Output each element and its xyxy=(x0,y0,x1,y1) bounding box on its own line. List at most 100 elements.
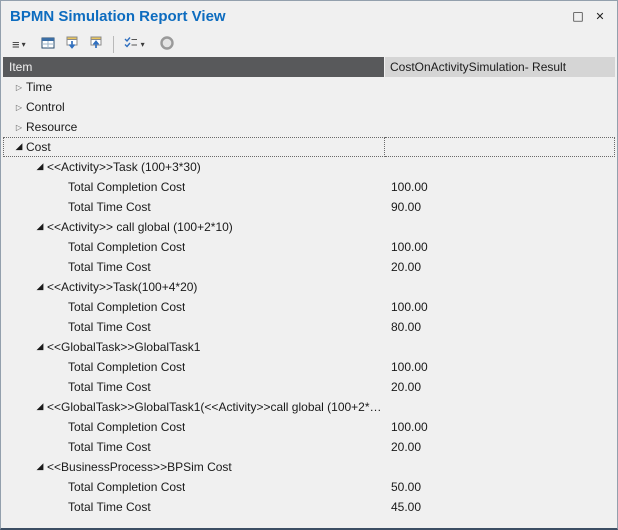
table-row[interactable]: ◢ <<BusinessProcess>>BPSim Cost xyxy=(3,457,615,477)
stop-circle-icon xyxy=(159,35,175,54)
item-cell[interactable]: Total Completion Cost xyxy=(3,297,385,317)
row-label: Time xyxy=(26,80,52,94)
table-row[interactable]: Total Completion Cost 100.00 xyxy=(3,177,615,197)
item-cell[interactable]: ▷ Time xyxy=(3,77,385,97)
expand-all-icon xyxy=(64,35,80,54)
row-label: Cost xyxy=(26,140,51,154)
menu-button[interactable]: ≡ ▾ xyxy=(8,33,30,55)
item-cell[interactable]: ◢ <<GlobalTask>>GlobalTask1(<<Activity>>… xyxy=(3,397,385,417)
collapse-all-button[interactable] xyxy=(84,33,108,55)
table-row[interactable]: Total Time Cost 45.00 xyxy=(3,497,615,517)
column-header-result[interactable]: CostOnActivitySimulation- Result xyxy=(385,57,615,77)
result-cell: 100.00 xyxy=(385,417,615,437)
stop-button[interactable] xyxy=(155,33,179,55)
result-cell: 100.00 xyxy=(385,237,615,257)
table-row[interactable]: ▷ Time xyxy=(3,77,615,97)
item-cell[interactable]: Total Completion Cost xyxy=(3,237,385,257)
collapse-all-icon xyxy=(88,35,104,54)
item-cell[interactable]: Total Completion Cost xyxy=(3,477,385,497)
row-value: 100.00 xyxy=(391,420,428,434)
filter-checklist-icon xyxy=(123,35,139,53)
toolbar-separator xyxy=(113,36,114,53)
result-cell xyxy=(385,137,615,157)
row-label: Total Time Cost xyxy=(68,200,151,214)
result-cell xyxy=(385,77,615,97)
row-label: <<GlobalTask>>GlobalTask1 xyxy=(47,340,200,354)
row-label: Resource xyxy=(26,120,77,134)
item-cell[interactable]: Total Time Cost xyxy=(3,497,385,517)
table-row[interactable]: Total Time Cost 80.00 xyxy=(3,317,615,337)
item-cell[interactable]: ◢ <<Activity>> call global (100+2*10) xyxy=(3,217,385,237)
table-row[interactable]: Total Completion Cost 100.00 xyxy=(3,417,615,437)
expand-all-button[interactable] xyxy=(60,33,84,55)
row-value: 50.00 xyxy=(391,480,421,494)
expand-toggle-icon[interactable]: ◢ xyxy=(33,162,47,172)
result-cell: 100.00 xyxy=(385,297,615,317)
item-cell[interactable]: Total Completion Cost xyxy=(3,417,385,437)
item-cell[interactable]: ◢ Cost xyxy=(3,137,385,157)
item-cell[interactable]: ◢ <<BusinessProcess>>BPSim Cost xyxy=(3,457,385,477)
row-value: 100.00 xyxy=(391,240,428,254)
row-value: 20.00 xyxy=(391,380,421,394)
report-table-icon xyxy=(40,35,56,54)
expand-toggle-icon[interactable]: ◢ xyxy=(33,222,47,232)
table-row[interactable]: ◢ <<Activity>>Task(100+4*20) xyxy=(3,277,615,297)
item-cell[interactable]: Total Time Cost xyxy=(3,377,385,397)
chevron-down-icon: ▾ xyxy=(22,40,26,49)
table-row[interactable]: Total Time Cost 20.00 xyxy=(3,257,615,277)
table-row[interactable]: ◢ Cost xyxy=(3,137,615,157)
table-row[interactable]: Total Completion Cost 50.00 xyxy=(3,477,615,497)
close-button[interactable]: ✕ xyxy=(589,7,611,25)
report-button[interactable] xyxy=(36,33,60,55)
expand-toggle-icon[interactable]: ◢ xyxy=(33,282,47,292)
table-row[interactable]: Total Completion Cost 100.00 xyxy=(3,297,615,317)
table-row[interactable]: Total Completion Cost 100.00 xyxy=(3,357,615,377)
result-cell: 80.00 xyxy=(385,317,615,337)
title-bar: BPMN Simulation Report View □ ✕ xyxy=(1,1,617,31)
item-cell[interactable]: ◢ <<Activity>>Task (100+3*30) xyxy=(3,157,385,177)
item-cell[interactable]: ◢ <<GlobalTask>>GlobalTask1 xyxy=(3,337,385,357)
table-row[interactable]: ▷ Resource xyxy=(3,117,615,137)
expand-toggle-icon[interactable]: ▷ xyxy=(12,83,26,92)
expand-toggle-icon[interactable]: ◢ xyxy=(33,462,47,472)
row-label: Total Completion Cost xyxy=(68,420,185,434)
expand-toggle-icon[interactable]: ◢ xyxy=(33,342,47,352)
report-grid: Item CostOnActivitySimulation- Result ▷ … xyxy=(1,57,617,528)
item-cell[interactable]: ◢ <<Activity>>Task(100+4*20) xyxy=(3,277,385,297)
filter-button[interactable]: ▾ xyxy=(119,33,149,55)
item-cell[interactable]: Total Time Cost xyxy=(3,257,385,277)
expand-toggle-icon[interactable]: ◢ xyxy=(33,402,47,412)
item-cell[interactable]: ▷ Resource xyxy=(3,117,385,137)
table-row[interactable]: Total Completion Cost 100.00 xyxy=(3,237,615,257)
expand-toggle-icon[interactable]: ▷ xyxy=(12,123,26,132)
row-label: Total Completion Cost xyxy=(68,480,185,494)
table-row[interactable]: ◢ <<GlobalTask>>GlobalTask1 xyxy=(3,337,615,357)
item-cell[interactable]: Total Completion Cost xyxy=(3,357,385,377)
result-cell xyxy=(385,97,615,117)
expand-toggle-icon[interactable]: ▷ xyxy=(12,103,26,112)
table-row[interactable]: Total Time Cost 90.00 xyxy=(3,197,615,217)
column-header-item[interactable]: Item xyxy=(3,57,385,77)
table-row[interactable]: ◢ <<Activity>> call global (100+2*10) xyxy=(3,217,615,237)
chevron-down-icon: ▾ xyxy=(141,40,145,49)
item-cell[interactable]: Total Time Cost xyxy=(3,197,385,217)
table-row[interactable]: ◢ <<Activity>>Task (100+3*30) xyxy=(3,157,615,177)
result-cell xyxy=(385,277,615,297)
table-row[interactable]: Total Time Cost 20.00 xyxy=(3,437,615,457)
result-cell: 45.00 xyxy=(385,497,615,517)
item-cell[interactable]: Total Completion Cost xyxy=(3,177,385,197)
expand-toggle-icon[interactable]: ◢ xyxy=(12,142,26,152)
item-cell[interactable]: Total Time Cost xyxy=(3,317,385,337)
table-row[interactable]: Total Time Cost 20.00 xyxy=(3,377,615,397)
row-value: 100.00 xyxy=(391,360,428,374)
row-label: Total Completion Cost xyxy=(68,240,185,254)
row-value: 100.00 xyxy=(391,300,428,314)
toolbar: ≡ ▾ xyxy=(1,31,617,57)
tree-body: ▷ Time ▷ Control ▷ Resource ◢ Cost xyxy=(3,77,615,517)
maximize-button[interactable]: □ xyxy=(567,7,589,25)
row-label: Total Time Cost xyxy=(68,440,151,454)
table-row[interactable]: ◢ <<GlobalTask>>GlobalTask1(<<Activity>>… xyxy=(3,397,615,417)
item-cell[interactable]: Total Time Cost xyxy=(3,437,385,457)
table-row[interactable]: ▷ Control xyxy=(3,97,615,117)
item-cell[interactable]: ▷ Control xyxy=(3,97,385,117)
